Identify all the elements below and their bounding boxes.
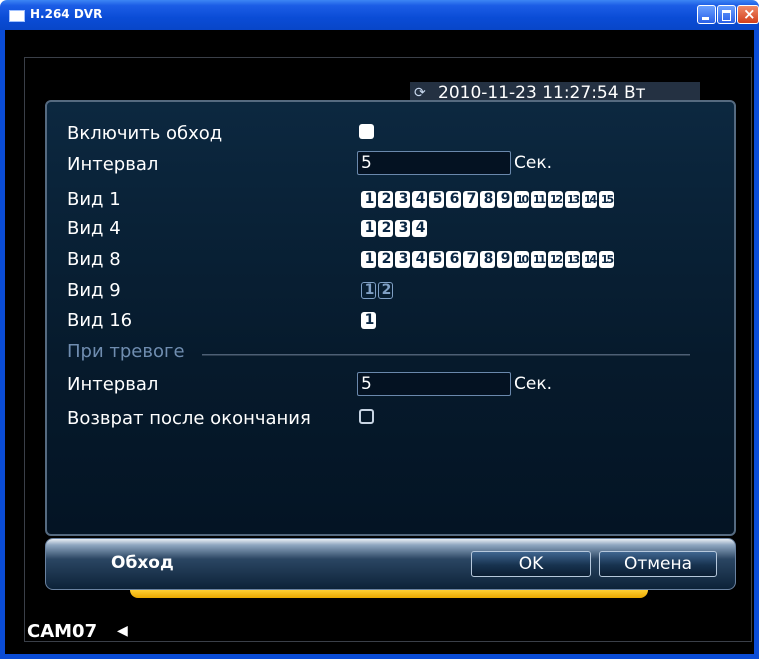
alarm-interval-input[interactable]: 5	[357, 372, 511, 396]
channel-toggle[interactable]: 1	[361, 312, 376, 329]
window-frame-bottom	[0, 654, 759, 659]
alarm-interval-label: Интервал	[67, 374, 159, 395]
channel-toggle[interactable]: 4	[412, 220, 427, 237]
dialog-title: Обход	[111, 553, 174, 573]
channel-toggle[interactable]: 1	[361, 220, 376, 237]
alarm-section-label: При тревоге	[67, 341, 185, 362]
channel-toggle[interactable]: 9	[497, 251, 512, 268]
enable-tour-checkbox[interactable]	[359, 124, 374, 139]
accent-strip	[130, 590, 648, 598]
channel-toggle[interactable]: 5	[429, 251, 444, 268]
view-16-label: Вид 16	[67, 310, 133, 331]
channel-toggle[interactable]: 3	[395, 251, 410, 268]
channel-toggle[interactable]: 12	[548, 251, 563, 268]
refresh-icon: ⟳	[414, 85, 426, 101]
view-4-label: Вид 4	[67, 218, 121, 239]
interval-label: Интервал	[67, 154, 159, 175]
channel-toggle[interactable]: 15	[599, 191, 614, 208]
channel-toggle[interactable]: 7	[463, 191, 478, 208]
window-frame-right	[754, 30, 759, 659]
view-8-channels: 1 2 3 4 5 6 7 8 9 10 11 12 13 14 15	[361, 251, 734, 270]
view-8-label: Вид 8	[67, 249, 121, 270]
interval-unit: Сек.	[514, 153, 553, 173]
channel-toggle[interactable]: 10	[514, 191, 529, 208]
interval-input[interactable]: 5	[357, 151, 511, 175]
channel-toggle[interactable]: 9	[497, 191, 512, 208]
channel-toggle[interactable]: 6	[446, 191, 461, 208]
camera-name: CAM07	[27, 621, 98, 642]
view-1-channels: 1 2 3 4 5 6 7 8 9 10 11 12 13 14 15	[361, 191, 734, 210]
tour-settings-dialog: Включить обход Интервал 5 Сек. Вид 1 123…	[45, 100, 736, 536]
channel-toggle[interactable]: 2	[378, 282, 393, 299]
speaker-icon: ◀	[117, 623, 128, 639]
channel-toggle[interactable]: 2	[378, 251, 393, 268]
cancel-button[interactable]: Отмена	[599, 551, 717, 577]
channel-toggle[interactable]: 12	[548, 191, 563, 208]
channel-toggle[interactable]: 2	[378, 191, 393, 208]
channel-toggle[interactable]: 2	[378, 220, 393, 237]
channel-toggle[interactable]: 1	[361, 251, 376, 268]
channel-toggle[interactable]: 13	[565, 191, 580, 208]
channel-toggle[interactable]: 15	[599, 251, 614, 268]
view-1-label: Вид 1	[67, 189, 121, 210]
view-16-channels: 1	[361, 312, 734, 331]
channel-toggle[interactable]: 10	[514, 251, 529, 268]
view-4-channels: 1234	[361, 220, 734, 239]
channel-toggle[interactable]: 3	[395, 220, 410, 237]
window-title: H.264 DVR	[30, 7, 103, 21]
channel-toggle[interactable]: 11	[531, 191, 546, 208]
enable-tour-label: Включить обход	[67, 123, 223, 144]
channel-toggle[interactable]: 8	[480, 251, 495, 268]
channel-toggle[interactable]: 1	[361, 282, 376, 299]
window-titlebar[interactable]: H.264 DVR ×	[0, 0, 759, 30]
channel-toggle[interactable]: 1	[361, 191, 376, 208]
maximize-button[interactable]	[717, 5, 736, 24]
close-button[interactable]: ×	[737, 5, 759, 24]
minimize-button[interactable]	[697, 5, 716, 24]
close-icon: ×	[743, 5, 756, 23]
view-9-channels: 12	[361, 282, 734, 301]
channel-toggle[interactable]: 13	[565, 251, 580, 268]
view-9-label: Вид 9	[67, 280, 121, 301]
app-icon	[9, 10, 25, 22]
channel-toggle[interactable]: 6	[446, 251, 461, 268]
channel-toggle[interactable]: 3	[395, 191, 410, 208]
section-divider	[202, 354, 690, 356]
channel-toggle[interactable]: 11	[531, 251, 546, 268]
alarm-interval-unit: Сек.	[514, 374, 553, 394]
channel-toggle[interactable]: 14	[582, 251, 597, 268]
channel-toggle[interactable]: 4	[412, 191, 427, 208]
dialog-footer: Обход OK Отмена	[45, 538, 736, 590]
channel-toggle[interactable]: 5	[429, 191, 444, 208]
channel-toggle[interactable]: 7	[463, 251, 478, 268]
return-after-checkbox[interactable]	[359, 409, 374, 424]
return-after-label: Возврат после окончания	[67, 408, 311, 429]
channel-toggle[interactable]: 8	[480, 191, 495, 208]
channel-toggle[interactable]: 14	[582, 191, 597, 208]
ok-button[interactable]: OK	[471, 551, 591, 577]
channel-toggle[interactable]: 4	[412, 251, 427, 268]
